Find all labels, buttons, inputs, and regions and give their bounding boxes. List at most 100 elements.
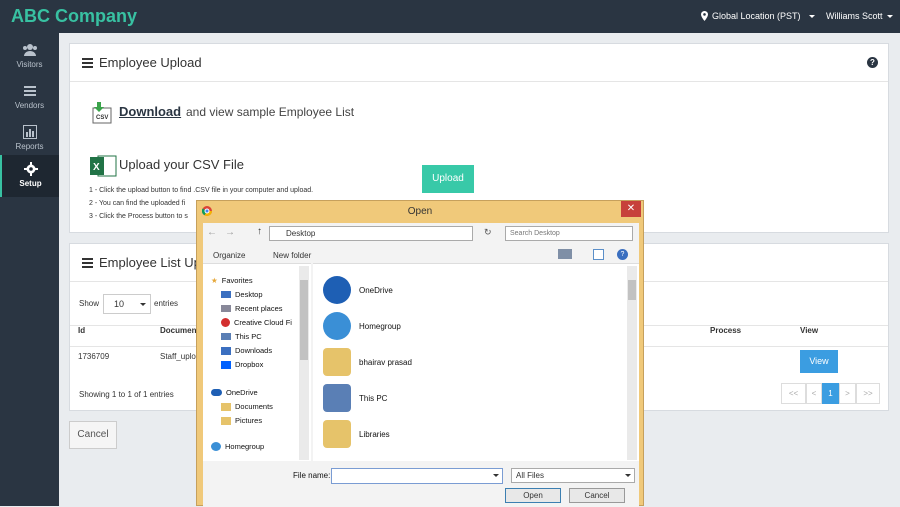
tree-item-downloads[interactable]: Downloads (221, 346, 272, 355)
list-icon (82, 57, 93, 68)
svg-text:CSV: CSV (96, 115, 108, 121)
svg-text:X: X (93, 162, 100, 173)
forward-icon[interactable]: → (225, 227, 235, 238)
folder-icon (221, 402, 231, 411)
sidebar-item-label: Vendors (14, 101, 45, 110)
gear-icon (23, 162, 38, 176)
download-description: and view sample Employee List (186, 105, 355, 119)
tree-item-recent-places[interactable]: Recent places (221, 304, 283, 313)
brand-logo[interactable]: ABC Company (11, 6, 137, 27)
sidebar-item-setup[interactable]: Setup (0, 155, 59, 197)
view-options-icon[interactable] (558, 249, 572, 259)
file-item-user-folder[interactable]: bhairav prasad (323, 348, 412, 376)
open-button[interactable]: Open (505, 488, 561, 503)
address-bar[interactable]: Desktop (269, 226, 473, 241)
sidebar-item-label: Visitors (16, 60, 43, 69)
file-list-scrollbar[interactable] (627, 266, 637, 460)
pager-prev[interactable]: < (806, 383, 822, 404)
dropbox-icon (221, 360, 231, 369)
file-name-input[interactable] (331, 468, 503, 484)
pager-next[interactable]: > (839, 383, 856, 404)
refresh-icon[interactable]: ↻ (484, 227, 492, 238)
scrollbar-thumb[interactable] (300, 280, 308, 360)
preview-pane-icon[interactable] (593, 249, 604, 260)
sidebar-item-visitors[interactable]: Visitors (0, 36, 59, 76)
top-bar: ABC Company Global Location (PST) Willia… (0, 0, 900, 33)
file-type-select[interactable]: All Files (511, 468, 635, 483)
file-item-label: Libraries (359, 429, 390, 439)
chevron-down-icon (886, 15, 893, 19)
column-header-document[interactable]: Documen (160, 326, 196, 346)
sidebar-item-reports[interactable]: Reports (0, 118, 59, 158)
tree-item-label: Dropbox (235, 360, 264, 369)
tree-item-creative-cloud[interactable]: Creative Cloud Fi (221, 318, 292, 327)
file-item-label: Homegroup (359, 321, 401, 331)
column-header-id[interactable]: Id (78, 326, 85, 346)
upload-button[interactable]: Upload (422, 165, 474, 193)
user-menu[interactable]: Williams Scott (826, 11, 893, 21)
up-icon[interactable]: ↑ (257, 226, 262, 237)
tree-item-label: This PC (235, 332, 262, 341)
cell-document: Staff_uplo (160, 352, 196, 361)
column-header-view[interactable]: View (800, 326, 818, 346)
chevron-down-icon (140, 303, 146, 306)
instruction-step-2: 2 - You can find the uploaded fi (89, 200, 186, 207)
list-icon (82, 257, 93, 268)
file-item-homegroup[interactable]: Homegroup (323, 312, 401, 340)
pager-first[interactable]: << (781, 383, 806, 404)
tree-item-pictures[interactable]: Pictures (221, 416, 262, 425)
users-icon (22, 44, 37, 56)
pager-page-1[interactable]: 1 (822, 383, 839, 404)
onedrive-icon (323, 276, 351, 304)
user-name: Williams Scott (826, 11, 883, 21)
panel-title: Employee Upload (99, 55, 202, 70)
tree-item-homegroup[interactable]: Homegroup (211, 442, 264, 451)
new-folder-button[interactable]: New folder (273, 251, 311, 260)
location-selector[interactable]: Global Location (PST) (701, 11, 815, 21)
tree-item-this-pc[interactable]: This PC (221, 332, 262, 341)
help-icon[interactable]: ? (867, 57, 878, 68)
column-header-process[interactable]: Process (710, 326, 741, 346)
file-item-onedrive[interactable]: OneDrive (323, 276, 393, 304)
cancel-button[interactable]: Cancel (69, 421, 117, 449)
list-icon (23, 86, 36, 96)
folder-icon (221, 416, 231, 425)
file-list: OneDrive Homegroup bhairav prasad This P… (313, 263, 639, 461)
tree-item-desktop[interactable]: Desktop (221, 290, 263, 299)
organize-menu[interactable]: Organize (213, 251, 245, 260)
tree-item-documents[interactable]: Documents (221, 402, 273, 411)
tree-item-label: Pictures (235, 416, 263, 425)
file-item-label: OneDrive (359, 285, 393, 295)
download-link[interactable]: Download (119, 104, 181, 119)
user-folder-icon (323, 348, 351, 376)
back-icon[interactable]: ← (207, 227, 217, 238)
tree-item-label: Favorites (221, 276, 253, 285)
tree-item-label: Creative Cloud Fi (234, 318, 292, 327)
tree-item-onedrive[interactable]: OneDrive (211, 388, 258, 397)
dialog-cancel-button[interactable]: Cancel (569, 488, 625, 503)
page-size-select[interactable]: 10 (103, 294, 151, 314)
downloads-icon (221, 346, 231, 355)
tree-scrollbar[interactable] (299, 266, 309, 460)
navigation-tree: ★ Favorites Desktop Recent places Creativ… (203, 263, 311, 461)
show-label: Show (79, 299, 100, 308)
view-button[interactable]: View (800, 350, 838, 373)
file-item-this-pc[interactable]: This PC (323, 384, 387, 412)
location-label: Global Location (PST) (712, 11, 801, 21)
scrollbar-thumb[interactable] (628, 280, 636, 300)
excel-file-icon: X (90, 155, 117, 177)
homegroup-icon (211, 442, 221, 451)
pager-last[interactable]: >> (856, 383, 880, 404)
search-input[interactable]: Search Desktop (505, 226, 633, 241)
file-type-value: All Files (516, 471, 545, 480)
close-icon[interactable]: ✕ (621, 201, 641, 217)
tree-item-dropbox[interactable]: Dropbox (221, 360, 263, 369)
panel-title: Employee List Uplo (99, 255, 211, 270)
chevron-down-icon (808, 14, 815, 18)
help-icon[interactable]: ? (617, 249, 628, 260)
creative-cloud-icon (221, 318, 230, 327)
file-item-libraries[interactable]: Libraries (323, 420, 390, 448)
recent-icon (221, 305, 231, 312)
sidebar-item-vendors[interactable]: Vendors (0, 77, 59, 117)
tree-item-favorites[interactable]: ★ Favorites (211, 276, 253, 285)
